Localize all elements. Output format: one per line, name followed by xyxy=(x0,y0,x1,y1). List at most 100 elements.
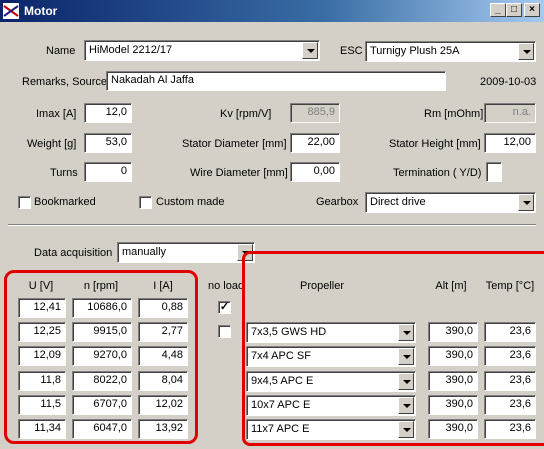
remarks-label: Remarks, Source xyxy=(22,76,107,88)
rpm-input[interactable]: 6047,0 xyxy=(72,419,132,439)
temperature-input[interactable]: 23,6 xyxy=(484,371,536,391)
propeller-select[interactable]: 7x4 APC SF xyxy=(246,346,416,367)
stator-diameter-label: Stator Diameter [mm] xyxy=(182,138,287,150)
minimize-button[interactable]: _ xyxy=(490,3,506,17)
stator-height-input[interactable]: 12,00 xyxy=(484,133,536,153)
rpm-input[interactable]: 10686,0 xyxy=(72,298,132,318)
voltage-input[interactable]: 11,5 xyxy=(18,395,66,415)
custom-made-checkbox[interactable] xyxy=(139,196,152,209)
header-alt: Alt [m] xyxy=(435,280,467,292)
turns-label: Turns xyxy=(50,167,78,179)
header-noload: no load xyxy=(208,280,245,292)
header-i: I [A] xyxy=(153,280,173,292)
propeller-value: 7x3,5 GWS HD xyxy=(251,326,327,338)
header-n: n [rpm] xyxy=(83,280,119,292)
kv-input: 885,9 xyxy=(290,103,340,123)
temperature-input[interactable]: 23,6 xyxy=(484,346,536,366)
propeller-value: 9x4,5 APC E xyxy=(251,375,314,387)
gearbox-label: Gearbox xyxy=(316,196,359,208)
temperature-input[interactable]: 23,6 xyxy=(484,395,536,415)
temperature-input[interactable]: 23,6 xyxy=(484,322,536,342)
termination-label: Termination ( Y/D) xyxy=(393,167,482,179)
wire-diameter-label: Wire Diameter [mm] xyxy=(190,167,288,179)
rm-label: Rm [mOhm] xyxy=(424,108,484,120)
rpm-input[interactable]: 6707,0 xyxy=(72,395,132,415)
current-input[interactable]: 2,77 xyxy=(138,322,188,342)
propeller-value: 7x4 APC SF xyxy=(251,350,311,362)
app-icon xyxy=(3,3,19,19)
current-input[interactable]: 4,48 xyxy=(138,346,188,366)
window-title: Motor xyxy=(24,4,58,18)
name-label: Name xyxy=(46,45,76,57)
stator-diameter-input[interactable]: 22,00 xyxy=(290,133,340,153)
data-acquisition-value: manually xyxy=(122,246,167,258)
voltage-input[interactable]: 12,41 xyxy=(18,298,66,318)
propeller-value: 10x7 APC E xyxy=(251,399,311,411)
chevron-down-icon[interactable] xyxy=(398,348,414,365)
wire-diameter-input[interactable]: 0,00 xyxy=(290,162,340,182)
temperature-input[interactable]: 23,6 xyxy=(484,419,536,439)
header-u: U [V] xyxy=(28,280,54,292)
header-propeller: Propeller xyxy=(299,280,345,292)
voltage-input[interactable]: 11,8 xyxy=(18,371,66,391)
chevron-down-icon[interactable] xyxy=(398,421,414,438)
remarks-date: 2009-10-03 xyxy=(480,76,537,88)
turns-input[interactable]: 0 xyxy=(84,162,132,182)
chevron-down-icon[interactable] xyxy=(237,244,253,261)
esc-label: ESC xyxy=(340,45,363,57)
custom-made-label: Custom made xyxy=(156,196,225,208)
chevron-down-icon[interactable] xyxy=(518,194,534,211)
weight-input[interactable]: 53,0 xyxy=(84,133,132,153)
gearbox-select[interactable]: Direct drive xyxy=(365,192,536,213)
chevron-down-icon[interactable] xyxy=(398,397,414,414)
propeller-select[interactable]: 9x4,5 APC E xyxy=(246,371,416,392)
gearbox-value: Direct drive xyxy=(370,196,426,208)
propeller-select[interactable]: 7x3,5 GWS HD xyxy=(246,322,416,343)
rpm-input[interactable]: 9915,0 xyxy=(72,322,132,342)
imax-label: Imax [A] xyxy=(36,108,77,120)
voltage-input[interactable]: 11,34 xyxy=(18,419,66,439)
stator-height-label: Stator Height [mm] xyxy=(389,138,481,150)
kv-label: Kv [rpm/V] xyxy=(220,108,272,120)
name-select[interactable]: HiModel 2212/17 xyxy=(84,40,320,61)
rm-input: n.a. xyxy=(484,103,536,123)
remarks-input[interactable]: Nakadah Al Jaffa xyxy=(106,71,446,91)
chevron-down-icon[interactable] xyxy=(398,373,414,390)
esc-select[interactable]: Turnigy Plush 25A xyxy=(365,41,536,62)
noload-checkbox[interactable]: ✓ xyxy=(218,301,231,314)
bookmarked-label: Bookmarked xyxy=(34,196,96,208)
altitude-input[interactable]: 390,0 xyxy=(428,346,478,366)
termination-input[interactable] xyxy=(486,162,502,182)
rpm-input[interactable]: 8022,0 xyxy=(72,371,132,391)
current-input[interactable]: 13,92 xyxy=(138,419,188,439)
name-value: HiModel 2212/17 xyxy=(89,44,173,56)
data-acquisition-label: Data acquisition xyxy=(34,247,113,259)
imax-input[interactable]: 12,0 xyxy=(84,103,132,123)
weight-label: Weight [g] xyxy=(27,138,77,150)
propeller-value: 11x7 APC E xyxy=(251,423,310,435)
propeller-select[interactable]: 10x7 APC E xyxy=(246,395,416,416)
altitude-input[interactable]: 390,0 xyxy=(428,322,478,342)
esc-value: Turnigy Plush 25A xyxy=(370,45,460,57)
rpm-input[interactable]: 9270,0 xyxy=(72,346,132,366)
current-input[interactable]: 0,88 xyxy=(138,298,188,318)
current-input[interactable]: 8,04 xyxy=(138,371,188,391)
altitude-input[interactable]: 390,0 xyxy=(428,419,478,439)
noload-checkbox[interactable] xyxy=(218,325,231,338)
separator xyxy=(8,224,536,226)
voltage-input[interactable]: 12,09 xyxy=(18,346,66,366)
close-button[interactable]: × xyxy=(524,3,540,17)
header-temp: Temp [°C] xyxy=(485,280,535,292)
bookmarked-checkbox[interactable] xyxy=(18,196,31,209)
chevron-down-icon[interactable] xyxy=(302,42,318,59)
voltage-input[interactable]: 12,25 xyxy=(18,322,66,342)
chevron-down-icon[interactable] xyxy=(518,43,534,60)
chevron-down-icon[interactable] xyxy=(398,324,414,341)
maximize-button[interactable]: □ xyxy=(506,3,522,17)
data-acquisition-select[interactable]: manually xyxy=(117,242,255,263)
altitude-input[interactable]: 390,0 xyxy=(428,395,478,415)
propeller-select[interactable]: 11x7 APC E xyxy=(246,419,416,440)
current-input[interactable]: 12,02 xyxy=(138,395,188,415)
title-bar[interactable]: Motor _ □ × xyxy=(0,0,544,22)
altitude-input[interactable]: 390,0 xyxy=(428,371,478,391)
